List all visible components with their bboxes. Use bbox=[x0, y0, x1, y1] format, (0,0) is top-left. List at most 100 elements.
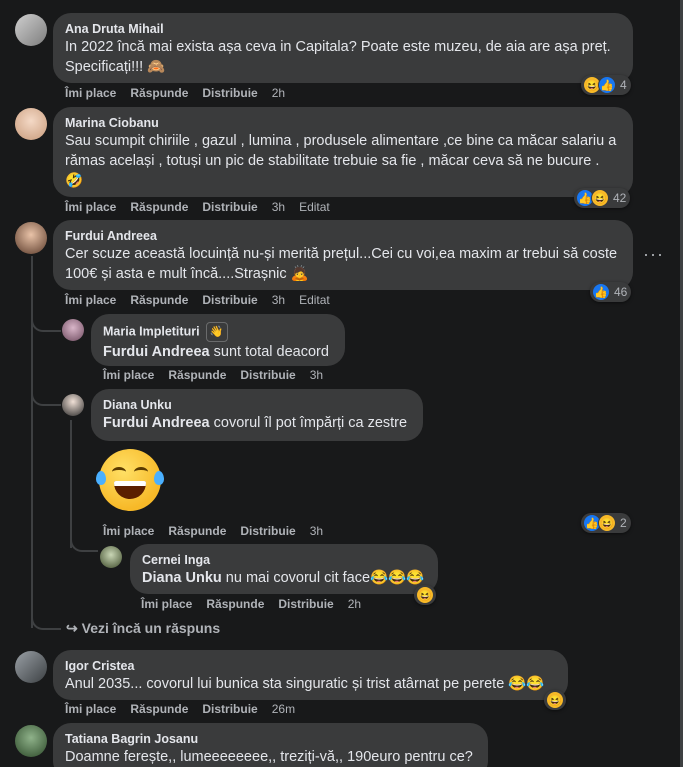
avatar[interactable] bbox=[15, 651, 47, 683]
comment-bubble: Marina Ciobanu Sau scumpit chiriile , ga… bbox=[53, 107, 633, 197]
comment-author[interactable]: Tatiana Bagrin Josanu bbox=[65, 731, 476, 747]
avatar[interactable] bbox=[15, 14, 47, 46]
thread-connector bbox=[31, 310, 61, 332]
reply-text: Furdui Andreea covorul îl pot împărți ca… bbox=[103, 413, 411, 433]
reply-actions: Îmi place Răspunde Distribuie 3h bbox=[103, 524, 323, 538]
reply-body: sunt total deacord bbox=[209, 344, 329, 360]
reply-button[interactable]: Răspunde bbox=[206, 597, 264, 611]
reply-author[interactable]: Cernei Inga bbox=[142, 552, 426, 568]
comment-actions: Îmi place Răspunde Distribuie 2h bbox=[65, 86, 285, 100]
reply-arrow-icon: ↪ bbox=[66, 620, 78, 636]
timestamp[interactable]: 2h bbox=[272, 86, 285, 100]
comment-author[interactable]: Marina Ciobanu bbox=[65, 115, 621, 131]
timestamp[interactable]: 2h bbox=[348, 597, 361, 611]
reactions-summary[interactable]: 😆 bbox=[544, 690, 566, 710]
avatar[interactable] bbox=[15, 108, 47, 140]
reactions-summary[interactable]: 👍 😆 2 bbox=[581, 513, 631, 533]
reply-text: Furdui Andreea sunt total deacord bbox=[103, 342, 333, 362]
reply-button[interactable]: Răspunde bbox=[130, 86, 188, 100]
comment-bubble: Tatiana Bagrin Josanu Doamne ferește,, l… bbox=[53, 723, 488, 767]
avatar[interactable] bbox=[62, 394, 84, 416]
reply-body: covorul îl pot împărți ca zestre bbox=[209, 415, 408, 431]
avatar[interactable] bbox=[15, 222, 47, 254]
reply-button[interactable]: Răspunde bbox=[168, 368, 226, 382]
timestamp[interactable]: 26m bbox=[272, 702, 295, 716]
reply-author[interactable]: Diana Unku bbox=[103, 397, 411, 413]
reaction-count: 4 bbox=[620, 78, 627, 92]
avatar[interactable] bbox=[100, 546, 122, 568]
emoji-tear bbox=[154, 471, 164, 485]
comment-author[interactable]: Ana Druta Mihail bbox=[65, 21, 621, 37]
reply-button[interactable]: Răspunde bbox=[130, 702, 188, 716]
emoji-eye bbox=[112, 467, 126, 477]
comment-text: Anul 2035... covorul lui bunica sta sing… bbox=[65, 676, 545, 692]
laughing-tears-emoji bbox=[96, 449, 164, 511]
thread-connector bbox=[31, 384, 61, 406]
reaction-count: 46 bbox=[614, 285, 628, 299]
reactions-summary[interactable]: 👍 46 bbox=[590, 282, 632, 302]
emoji-eye bbox=[134, 467, 148, 477]
thread-connector bbox=[31, 606, 61, 630]
reply-button[interactable]: Răspunde bbox=[130, 293, 188, 307]
haha-reaction-icon: 😆 bbox=[591, 189, 609, 207]
reaction-count: 42 bbox=[613, 191, 627, 205]
avatar[interactable] bbox=[62, 319, 84, 341]
like-button[interactable]: Îmi place bbox=[65, 293, 116, 307]
share-button[interactable]: Distribuie bbox=[202, 86, 257, 100]
mention-link[interactable]: Furdui Andreea bbox=[103, 344, 210, 360]
thread-connector bbox=[70, 530, 98, 552]
share-button[interactable]: Distribuie bbox=[202, 200, 257, 214]
comment-author[interactable]: Furdui Andreea bbox=[65, 228, 621, 244]
more-options-icon[interactable]: ··· bbox=[643, 244, 664, 265]
reply-bubble: Maria Impletituri 👋 Furdui Andreea sunt t… bbox=[91, 314, 345, 366]
comments-section: Ana Druta Mihail In 2022 încă mai exista… bbox=[0, 0, 683, 767]
comment-bubble: Igor Cristea Anul 2035... covorul lui bu… bbox=[53, 650, 568, 700]
comment-text: Cer scuze această locuință nu-și merită … bbox=[65, 246, 618, 282]
reactions-summary[interactable]: 😆 👍 4 bbox=[581, 75, 631, 95]
like-button[interactable]: Îmi place bbox=[65, 200, 116, 214]
share-button[interactable]: Distribuie bbox=[202, 702, 257, 716]
reply-text: Diana Unku nu mai covorul cit face😂😂😂 bbox=[142, 568, 426, 588]
share-button[interactable]: Distribuie bbox=[278, 597, 333, 611]
reply-button[interactable]: Răspunde bbox=[130, 200, 188, 214]
comment-text: Doamne ferește,, lumeeeeeeee,, treziți-v… bbox=[65, 749, 473, 765]
comment-author[interactable]: Igor Cristea bbox=[65, 658, 556, 674]
timestamp[interactable]: 3h bbox=[272, 200, 285, 214]
comment-text: In 2022 încă mai exista așa ceva in Capi… bbox=[65, 39, 611, 75]
reply-author[interactable]: Maria Impletituri bbox=[103, 324, 200, 338]
reactions-summary[interactable]: 😆 bbox=[414, 585, 436, 605]
like-button[interactable]: Îmi place bbox=[141, 597, 192, 611]
timestamp[interactable]: 3h bbox=[310, 368, 323, 382]
reply-author-row: Maria Impletituri 👋 bbox=[103, 322, 333, 342]
mention-link[interactable]: Furdui Andreea bbox=[103, 415, 210, 431]
reply-body: nu mai covorul cit face😂😂😂 bbox=[221, 570, 425, 586]
timestamp[interactable]: 3h bbox=[310, 524, 323, 538]
reply-bubble: Diana Unku Furdui Andreea covorul îl pot… bbox=[91, 389, 423, 441]
share-button[interactable]: Distribuie bbox=[240, 368, 295, 382]
comment-bubble: Furdui Andreea Cer scuze această locuinț… bbox=[53, 220, 633, 290]
mention-link[interactable]: Diana Unku bbox=[142, 570, 222, 586]
like-button[interactable]: Îmi place bbox=[65, 702, 116, 716]
reply-actions: Îmi place Răspunde Distribuie 2h bbox=[141, 597, 361, 611]
reply-bubble: Cernei Inga Diana Unku nu mai covorul ci… bbox=[130, 544, 438, 594]
reactions-summary[interactable]: 👍 😆 42 bbox=[574, 188, 631, 208]
comment-actions: Îmi place Răspunde Distribuie 26m bbox=[65, 702, 295, 716]
like-button[interactable]: Îmi place bbox=[65, 86, 116, 100]
like-reaction-icon: 👍 bbox=[598, 76, 616, 94]
like-button[interactable]: Îmi place bbox=[103, 524, 154, 538]
timestamp[interactable]: 3h bbox=[272, 293, 285, 307]
reply-button[interactable]: Răspunde bbox=[168, 524, 226, 538]
comment-text: Sau scumpit chiriile , gazul , lumina , … bbox=[65, 133, 617, 189]
haha-reaction-icon: 😆 bbox=[546, 691, 564, 709]
see-more-replies-link[interactable]: ↪ Vezi încă un răspuns bbox=[66, 620, 220, 637]
thread-line bbox=[70, 420, 72, 548]
avatar[interactable] bbox=[15, 725, 47, 757]
comment-actions: Îmi place Răspunde Distribuie 3h Editat bbox=[65, 200, 330, 214]
reaction-count: 2 bbox=[620, 516, 627, 530]
comment-actions: Îmi place Răspunde Distribuie 3h Editat bbox=[65, 293, 330, 307]
share-button[interactable]: Distribuie bbox=[240, 524, 295, 538]
edited-label: Editat bbox=[299, 200, 330, 214]
like-button[interactable]: Îmi place bbox=[103, 368, 154, 382]
wave-badge-icon: 👋 bbox=[205, 322, 228, 342]
share-button[interactable]: Distribuie bbox=[202, 293, 257, 307]
